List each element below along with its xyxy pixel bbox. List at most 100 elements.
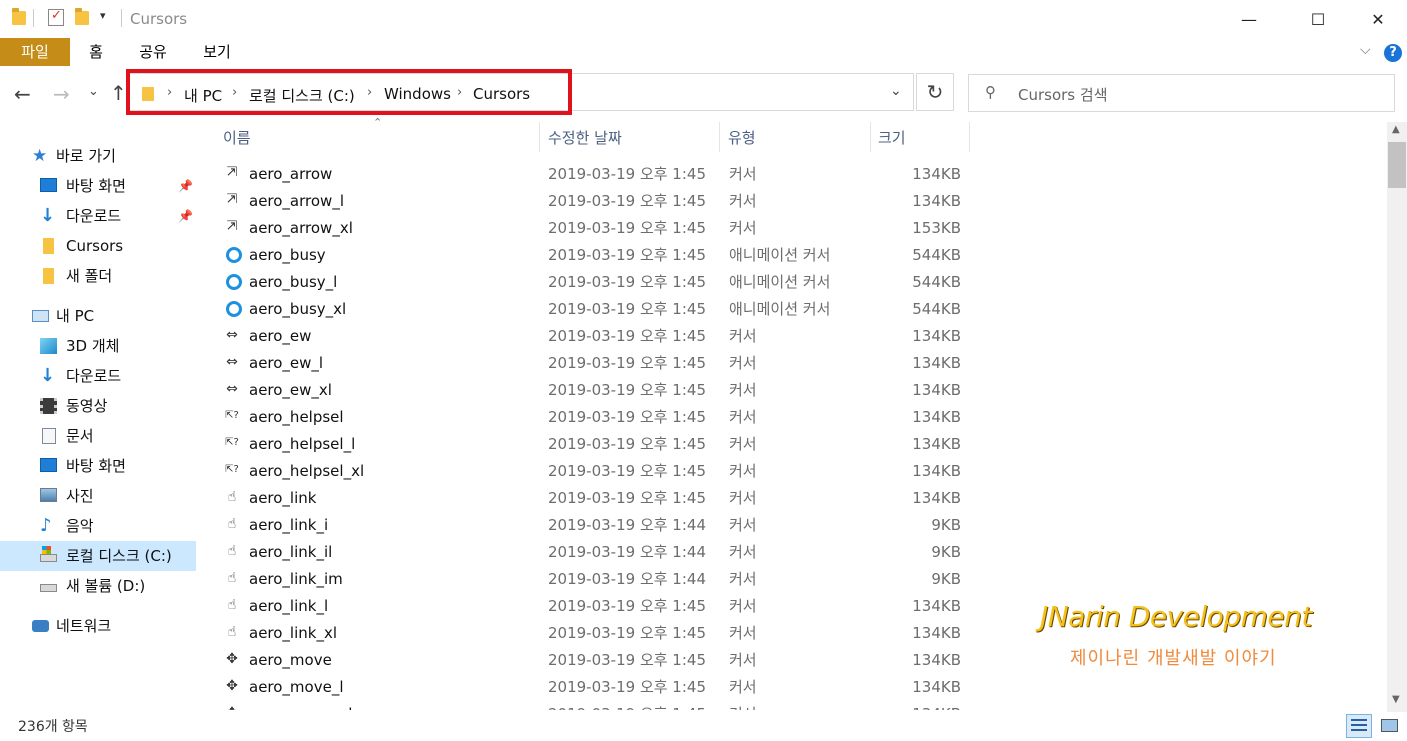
sidebar-item-quick-access[interactable]: ★ 바로 가기: [0, 141, 196, 171]
maximize-button[interactable]: ☐: [1295, 0, 1341, 38]
properties-icon[interactable]: ✓: [48, 8, 64, 26]
sidebar-item-label: 네트워크: [56, 617, 112, 635]
file-row[interactable]: ✥ aero_move_xl 2019-03-19 오후 1:45 커서 134KB: [197, 700, 977, 710]
file-row[interactable]: ⇔ aero_ew_xl 2019-03-19 오후 1:45 커서 134KB: [197, 376, 977, 403]
scroll-down-icon[interactable]: ▼: [1392, 694, 1400, 705]
column-divider[interactable]: [870, 122, 871, 152]
help-icon[interactable]: ?: [1384, 44, 1402, 62]
tab-share[interactable]: 공유: [130, 38, 176, 66]
forward-icon[interactable]: →: [53, 82, 70, 106]
tab-file[interactable]: 파일: [0, 38, 70, 66]
file-date: 2019-03-19 오후 1:45: [548, 435, 706, 453]
file-date: 2019-03-19 오후 1:45: [548, 624, 706, 642]
file-type: 애니메이션 커서: [729, 300, 831, 318]
quick-access-dropdown-icon[interactable]: ▾: [100, 9, 106, 22]
sidebar-item-music[interactable]: ♪ 음악: [0, 511, 196, 541]
star-icon: ★: [32, 146, 48, 166]
file-name: aero_move: [249, 651, 332, 669]
file-type: 커서: [729, 408, 757, 426]
new-folder-icon[interactable]: [75, 8, 89, 25]
file-row[interactable]: ☝ aero_link_xl 2019-03-19 오후 1:45 커서 134KB: [197, 619, 977, 646]
sidebar-item-documents[interactable]: 문서: [0, 421, 196, 451]
ew-resize-cursor-icon: ⇔: [226, 327, 238, 343]
file-row[interactable]: aero_busy_l 2019-03-19 오후 1:45 애니메이션 커서 544…: [197, 268, 977, 295]
sidebar-item-cursors[interactable]: Cursors: [0, 231, 196, 261]
address-dropdown-icon[interactable]: ⌄: [890, 83, 902, 99]
details-view-icon[interactable]: [1346, 714, 1372, 738]
sidebar-item-volume-d[interactable]: 새 볼륨 (D:): [0, 571, 196, 601]
sidebar-item-local-disk-c[interactable]: 로컬 디스크 (C:): [0, 541, 196, 571]
file-row[interactable]: ⇱ aero_arrow 2019-03-19 오후 1:45 커서 134KB: [197, 160, 977, 187]
scroll-up-icon[interactable]: ▲: [1392, 124, 1400, 135]
column-header-size[interactable]: 크기: [878, 127, 906, 148]
sidebar-item-3d-objects[interactable]: 3D 개체: [0, 331, 196, 361]
column-divider[interactable]: [719, 122, 720, 152]
file-row[interactable]: ⇱? aero_helpsel_l 2019-03-19 오후 1:45 커서 134K…: [197, 430, 977, 457]
file-date: 2019-03-19 오후 1:45: [548, 246, 706, 264]
sidebar-item-network[interactable]: 네트워크: [0, 611, 196, 641]
search-box[interactable]: ⚲ Cursors 검색: [968, 74, 1395, 112]
navigation-pane: ★ 바로 가기 바탕 화면 📌 ↓ 다운로드 📌 Cursors 새 폴더 내 …: [0, 136, 197, 708]
file-date: 2019-03-19 오후 1:45: [548, 489, 706, 507]
ribbon-tabs: 파일 홈 공유 보기 ⌵ ?: [0, 38, 1407, 67]
sidebar-item-new-folder[interactable]: 새 폴더: [0, 261, 196, 291]
file-name: aero_move_l: [249, 678, 344, 696]
file-name: aero_link_il: [249, 543, 333, 561]
up-icon[interactable]: ↑: [110, 81, 127, 105]
tab-home[interactable]: 홈: [78, 38, 114, 66]
vertical-scrollbar[interactable]: ▲ ▼: [1387, 122, 1407, 712]
ribbon-expand-icon[interactable]: ⌵: [1360, 42, 1371, 58]
column-divider[interactable]: [969, 122, 970, 152]
file-row[interactable]: ⇔ aero_ew_l 2019-03-19 오후 1:45 커서 134KB: [197, 349, 977, 376]
file-type: 커서: [729, 165, 757, 183]
file-row[interactable]: ✥ aero_move_l 2019-03-19 오후 1:45 커서 134KB: [197, 673, 977, 700]
column-header-date[interactable]: 수정한 날짜: [548, 127, 622, 148]
file-row[interactable]: ☝ aero_link 2019-03-19 오후 1:45 커서 134KB: [197, 484, 977, 511]
back-icon[interactable]: ←: [14, 82, 31, 106]
file-row[interactable]: ☝ aero_link_i 2019-03-19 오후 1:44 커서 9KB: [197, 511, 977, 538]
file-row[interactable]: aero_busy 2019-03-19 오후 1:45 애니메이션 커서 544KB: [197, 241, 977, 268]
file-size: 9KB: [931, 570, 961, 588]
recent-locations-icon[interactable]: ⌄: [88, 84, 99, 99]
sidebar-item-desktop[interactable]: 바탕 화면: [0, 451, 196, 481]
file-size: 134KB: [912, 435, 961, 453]
file-row[interactable]: ✥ aero_move 2019-03-19 오후 1:45 커서 134KB: [197, 646, 977, 673]
refresh-icon[interactable]: ↻: [916, 73, 954, 111]
file-type: 커서: [729, 597, 757, 615]
column-header-type[interactable]: 유형: [728, 127, 756, 148]
file-size: 9KB: [931, 543, 961, 561]
file-row[interactable]: ☝ aero_link_il 2019-03-19 오후 1:44 커서 9KB: [197, 538, 977, 565]
file-row[interactable]: ☝ aero_link_l 2019-03-19 오후 1:45 커서 134KB: [197, 592, 977, 619]
arrow-cursor-icon: ⇱: [226, 219, 238, 234]
scrollbar-thumb[interactable]: [1388, 142, 1406, 188]
sidebar-item-label: 바탕 화면: [66, 177, 126, 195]
sidebar-item-pictures[interactable]: 사진: [0, 481, 196, 511]
sidebar-item-label: 3D 개체: [66, 337, 120, 355]
file-date: 2019-03-19 오후 1:45: [548, 273, 706, 291]
sidebar-item-downloads[interactable]: ↓ 다운로드: [0, 361, 196, 391]
file-row[interactable]: ⇔ aero_ew 2019-03-19 오후 1:45 커서 134KB: [197, 322, 977, 349]
sidebar-item-label: 음악: [66, 517, 94, 535]
tab-view[interactable]: 보기: [194, 38, 240, 66]
file-row[interactable]: ⇱ aero_arrow_l 2019-03-19 오후 1:45 커서 134KB: [197, 187, 977, 214]
file-row[interactable]: ⇱? aero_helpsel 2019-03-19 오후 1:45 커서 134KB: [197, 403, 977, 430]
hand-cursor-icon: ☝: [227, 489, 237, 505]
close-button[interactable]: ✕: [1355, 0, 1401, 38]
sidebar-item-this-pc[interactable]: 내 PC: [0, 301, 196, 331]
pin-icon: 📌: [178, 179, 193, 193]
file-row[interactable]: ⇱ aero_arrow_xl 2019-03-19 오후 1:45 커서 153KB: [197, 214, 977, 241]
file-size: 134KB: [912, 462, 961, 480]
search-input[interactable]: Cursors 검색: [1018, 84, 1108, 105]
folder-icon: [43, 238, 54, 254]
column-divider[interactable]: [539, 122, 540, 152]
sidebar-item-downloads-pinned[interactable]: ↓ 다운로드 📌: [0, 201, 196, 231]
column-header-name[interactable]: 이름: [223, 127, 251, 148]
file-row[interactable]: ☝ aero_link_im 2019-03-19 오후 1:44 커서 9KB: [197, 565, 977, 592]
large-icons-view-icon[interactable]: [1378, 714, 1402, 738]
sidebar-item-videos[interactable]: 동영상: [0, 391, 196, 421]
file-row[interactable]: ⇱? aero_helpsel_xl 2019-03-19 오후 1:45 커서 134…: [197, 457, 977, 484]
arrow-cursor-icon: ⇱: [226, 192, 238, 207]
minimize-button[interactable]: —: [1226, 0, 1272, 38]
file-row[interactable]: aero_busy_xl 2019-03-19 오후 1:45 애니메이션 커서 54…: [197, 295, 977, 322]
sidebar-item-desktop-pinned[interactable]: 바탕 화면 📌: [0, 171, 196, 201]
